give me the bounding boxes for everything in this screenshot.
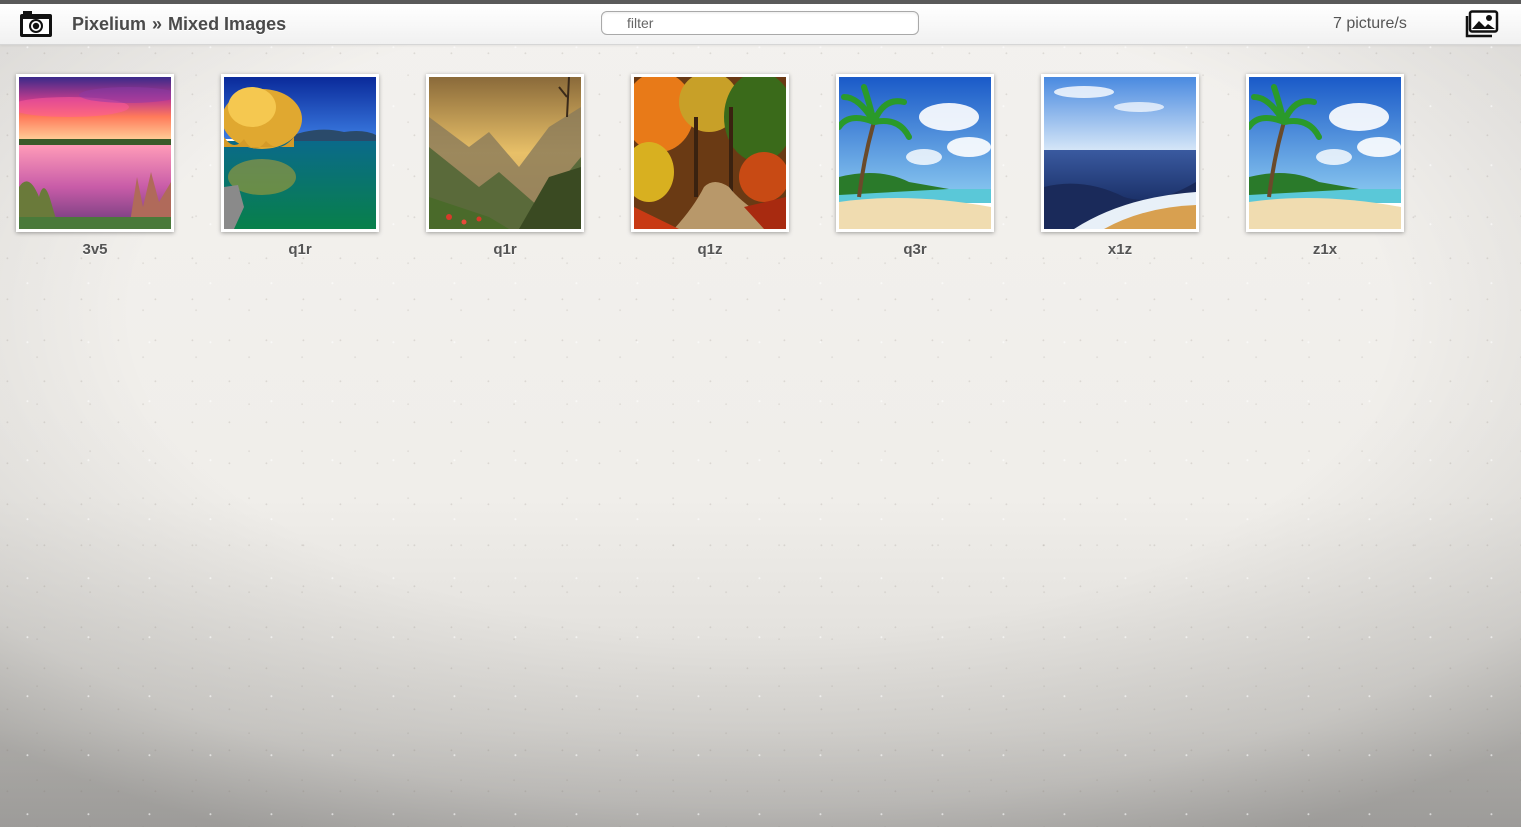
picture-tile[interactable]: x1z bbox=[1041, 74, 1199, 258]
thumbnail[interactable] bbox=[631, 74, 789, 232]
header-bar: Pixelium »Mixed Images 7 picture/s bbox=[0, 4, 1521, 45]
thumbnail[interactable] bbox=[221, 74, 379, 232]
gallery-icon[interactable] bbox=[1465, 10, 1499, 38]
breadcrumb-separator: » bbox=[152, 14, 163, 34]
tropical-beach-image bbox=[1249, 77, 1401, 229]
ocean-shore-image bbox=[1044, 77, 1196, 229]
picture-label[interactable]: q3r bbox=[836, 241, 994, 258]
picture-tile[interactable]: z1x bbox=[1246, 74, 1404, 258]
breadcrumb-app[interactable]: Pixelium bbox=[72, 14, 146, 34]
picture-tile[interactable]: q3r bbox=[836, 74, 994, 258]
picture-tile[interactable]: q1r bbox=[426, 74, 584, 258]
picture-label[interactable]: z1x bbox=[1246, 241, 1404, 258]
picture-label[interactable]: q1z bbox=[631, 241, 789, 258]
thumbnail[interactable] bbox=[16, 74, 174, 232]
autumn-forest-image bbox=[634, 77, 786, 229]
thumbnail[interactable] bbox=[1246, 74, 1404, 232]
tropical-beach-image bbox=[839, 77, 991, 229]
thumbnail[interactable] bbox=[426, 74, 584, 232]
sunset-lake-image bbox=[19, 77, 171, 229]
picture-tile[interactable]: 3v5 bbox=[16, 74, 174, 258]
picture-count: 7 picture/s bbox=[1333, 15, 1407, 32]
picture-tile[interactable]: q1z bbox=[631, 74, 789, 258]
picture-label[interactable]: 3v5 bbox=[16, 241, 174, 258]
filter-input[interactable] bbox=[601, 11, 919, 35]
willow-lake-image bbox=[224, 77, 376, 229]
camera-icon[interactable] bbox=[19, 10, 53, 38]
breadcrumb: Pixelium » Mixed Images bbox=[72, 14, 286, 35]
breadcrumb-album: Mixed Images bbox=[168, 14, 287, 34]
picture-label[interactable]: x1z bbox=[1041, 241, 1199, 258]
mountain-valley-image bbox=[429, 77, 581, 229]
thumbnail[interactable] bbox=[1041, 74, 1199, 232]
thumbnail[interactable] bbox=[836, 74, 994, 232]
picture-label[interactable]: q1r bbox=[221, 241, 379, 258]
picture-label[interactable]: q1r bbox=[426, 241, 584, 258]
picture-tile[interactable]: q1r bbox=[221, 74, 379, 258]
